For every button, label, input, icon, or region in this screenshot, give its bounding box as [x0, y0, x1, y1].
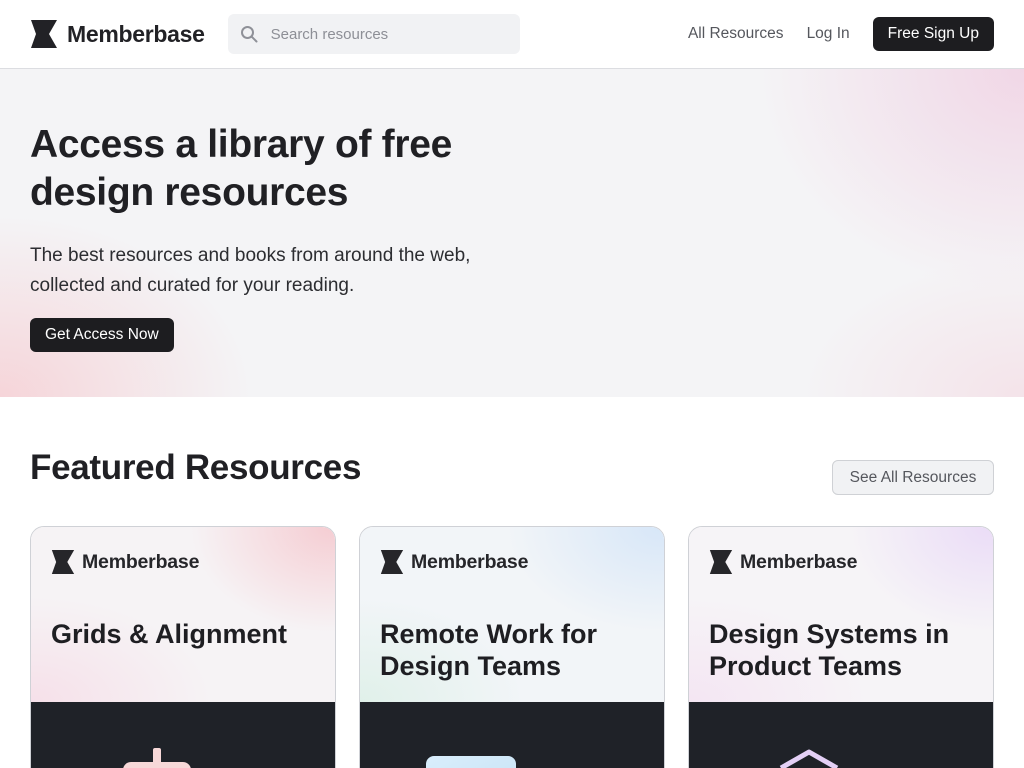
card-title: Grids & Alignment [51, 619, 288, 649]
card-preview [360, 702, 664, 768]
brand-logo[interactable]: Memberbase [30, 19, 205, 49]
memberbase-logo-icon [709, 550, 733, 574]
hero-subtitle: The best resources and books from around… [30, 245, 471, 296]
nav-all-resources-link[interactable]: All Resources [688, 25, 784, 43]
card-preview [31, 702, 335, 768]
search-icon [240, 26, 258, 43]
card-title: Design Systems in Product Teams [709, 619, 950, 681]
header-nav: All Resources Log In Free Sign Up [688, 17, 994, 51]
brand-name: Memberbase [67, 20, 205, 47]
card-header: Memberbase Grids & Alignment [31, 527, 335, 702]
card-brand-name: Memberbase [411, 550, 529, 573]
card-brand-name: Memberbase [82, 550, 200, 573]
card-preview [689, 702, 993, 768]
search-box[interactable] [227, 14, 520, 54]
nav-login-link[interactable]: Log In [807, 25, 850, 43]
search-input[interactable] [270, 25, 508, 43]
grid-illustration-icon [123, 748, 191, 768]
card-brand: Memberbase [51, 549, 199, 575]
card-brand: Memberbase [709, 549, 857, 575]
window-illustration-icon [426, 756, 516, 768]
memberbase-logo-icon [380, 550, 404, 574]
memberbase-logo-icon [51, 550, 75, 574]
resource-card[interactable]: Memberbase Remote Work for Design Teams [359, 526, 665, 768]
memberbase-logo-icon [31, 20, 57, 48]
card-title: Remote Work for Design Teams [380, 619, 598, 681]
hexagon-illustration-icon [779, 749, 839, 768]
card-header: Memberbase Design Systems in Product Tea… [689, 527, 993, 702]
card-brand: Memberbase [380, 549, 528, 575]
hero-title: Access a library of free design resource… [30, 123, 453, 214]
card-brand-name: Memberbase [740, 550, 858, 573]
hero-section: Access a library of free design resource… [0, 69, 1024, 397]
get-access-button[interactable]: Get Access Now [30, 318, 174, 352]
free-signup-button[interactable]: Free Sign Up [872, 17, 994, 51]
card-header: Memberbase Remote Work for Design Teams [360, 527, 664, 702]
resource-card[interactable]: Memberbase Design Systems in Product Tea… [688, 526, 994, 768]
top-navbar: Memberbase All Resources Log In Free Sig… [0, 0, 1024, 69]
featured-resources-heading: Featured Resources [30, 448, 362, 487]
resource-card[interactable]: Memberbase Grids & Alignment [30, 526, 336, 768]
see-all-resources-button[interactable]: See All Resources [832, 460, 994, 495]
